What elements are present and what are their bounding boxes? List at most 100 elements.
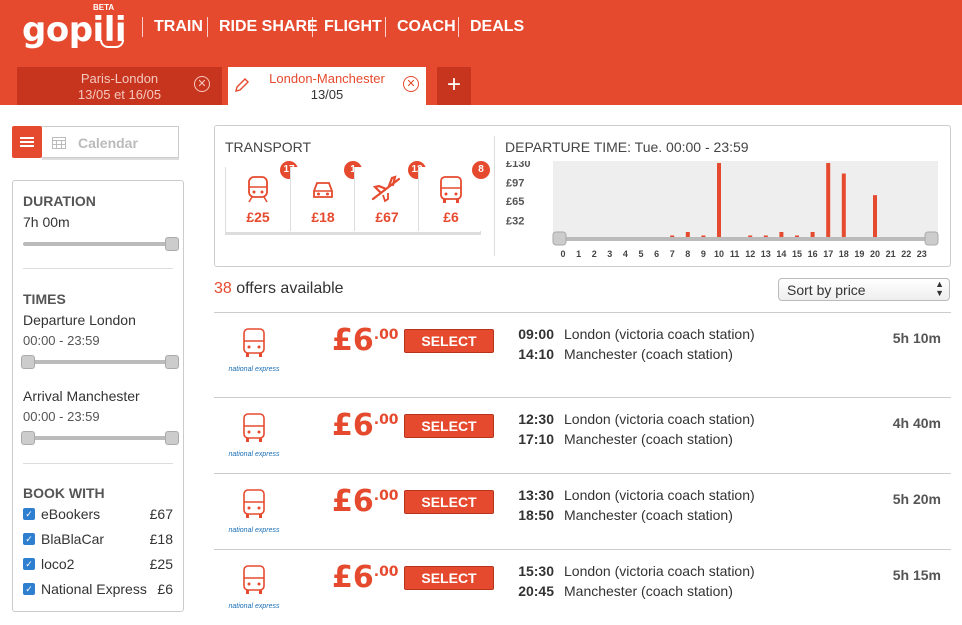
transport-price: £67 bbox=[375, 209, 399, 225]
select-button[interactable]: SELECT bbox=[404, 329, 494, 353]
bus-icon bbox=[440, 176, 462, 203]
departure-time: 15:30 bbox=[518, 563, 554, 579]
bookwith-price: £67 bbox=[149, 506, 173, 522]
slider-handle[interactable] bbox=[165, 355, 179, 369]
time-range-slider[interactable] bbox=[553, 237, 938, 241]
tab-title: London-Manchester bbox=[269, 71, 385, 86]
checkbox-ebookers[interactable]: ✓ bbox=[23, 508, 35, 520]
departure-slider[interactable] bbox=[21, 355, 179, 369]
checkbox-national-express[interactable]: ✓ bbox=[23, 583, 35, 595]
departure-time-chart: £130£97£65£320 1 2 3 4 5 6 7 8 9 10 11 12 13 14 15 16 17 1… bbox=[506, 161, 939, 259]
slider-handle[interactable] bbox=[21, 355, 35, 369]
nav-deals[interactable]: DEALS bbox=[458, 17, 524, 37]
departure-range: 00:00 - 23:59 bbox=[23, 333, 100, 348]
departure-range: Tue. 00:00 - 23:59 bbox=[634, 139, 749, 155]
train-icon bbox=[248, 176, 268, 203]
x-tick-label: 0 bbox=[560, 249, 565, 259]
transport-count: 8 bbox=[472, 161, 490, 179]
departure-station: London (victoria coach station) bbox=[564, 487, 755, 503]
calendar-icon bbox=[52, 137, 66, 149]
transport-title: TRANSPORT bbox=[225, 139, 312, 155]
price-main: £6 bbox=[332, 560, 374, 595]
departure-time: 09:00 bbox=[518, 326, 554, 342]
close-tab-icon[interactable]: ✕ bbox=[194, 76, 210, 92]
y-tick-label: £97 bbox=[506, 177, 524, 189]
arrival-slider[interactable] bbox=[21, 431, 179, 445]
x-tick-label: 15 bbox=[792, 249, 802, 259]
price-pence: .00 bbox=[373, 327, 399, 343]
transport-departure-panel: TRANSPORT 17 £25 1 £18 12 £67 8 £6 DEPAR… bbox=[214, 125, 951, 267]
checkbox-blablacar[interactable]: ✓ bbox=[23, 533, 35, 545]
departure-title: DEPARTURE TIME: Tue. 00:00 - 23:59 bbox=[505, 139, 749, 155]
arrival-station: Manchester (coach station) bbox=[564, 431, 733, 447]
slider-handle[interactable] bbox=[21, 431, 35, 445]
transport-car[interactable]: 1 £18 bbox=[290, 161, 362, 231]
departure-station: London (victoria coach station) bbox=[564, 411, 755, 427]
nav-coach[interactable]: COACH bbox=[385, 17, 456, 37]
chart-plot-area bbox=[553, 161, 938, 239]
times-title: TIMES bbox=[23, 291, 66, 307]
price-pence: .00 bbox=[373, 564, 399, 580]
x-tick-label: 22 bbox=[901, 249, 911, 259]
checkbox-loco2[interactable]: ✓ bbox=[23, 558, 35, 570]
chart-bar bbox=[873, 195, 877, 239]
select-button[interactable]: SELECT bbox=[404, 414, 494, 438]
operator-logo: national express bbox=[226, 564, 282, 610]
chart-bar bbox=[841, 173, 846, 239]
bus-icon bbox=[243, 413, 265, 442]
offers-label: offers available bbox=[236, 280, 344, 297]
tab-title: Paris-London bbox=[80, 71, 159, 86]
select-button[interactable]: SELECT bbox=[404, 566, 494, 590]
nav-ride-share[interactable]: RIDE SHARE bbox=[207, 17, 318, 37]
slider-handle[interactable] bbox=[924, 231, 939, 246]
search-tab-paris-london[interactable]: Paris-London 13/05 et 16/05 ✕ bbox=[17, 67, 222, 105]
slider-handle[interactable] bbox=[165, 237, 179, 251]
x-tick-label: 8 bbox=[685, 249, 690, 259]
arrival-time: 14:10 bbox=[518, 346, 554, 362]
nav-train[interactable]: TRAIN bbox=[142, 17, 203, 37]
duration-slider[interactable] bbox=[23, 237, 179, 251]
nav-flight[interactable]: FLIGHT bbox=[312, 17, 382, 37]
x-tick-label: 14 bbox=[776, 249, 786, 259]
arrival-range: 00:00 - 23:59 bbox=[23, 409, 100, 424]
calendar-button[interactable]: Calendar bbox=[42, 126, 179, 158]
x-tick-label: 6 bbox=[654, 249, 659, 259]
offer-row[interactable]: national express £6.00 SELECT 15:30 London (… bbox=[214, 549, 951, 625]
slider-handle[interactable] bbox=[165, 431, 179, 445]
tab-dates: 13/05 et 16/05 bbox=[77, 87, 162, 102]
sort-selected: Sort by price bbox=[787, 282, 866, 298]
add-tab-button[interactable]: + bbox=[437, 67, 471, 105]
sort-select[interactable]: Sort by price ▲ ▼ bbox=[778, 278, 950, 301]
menu-toggle-button[interactable] bbox=[12, 126, 42, 158]
x-tick-label: 4 bbox=[623, 249, 628, 259]
offer-price: £6.00 bbox=[332, 560, 399, 595]
trip-duration: 4h 40m bbox=[892, 415, 941, 431]
pencil-icon[interactable] bbox=[234, 77, 250, 93]
duration-value: 7h 00m bbox=[23, 214, 70, 230]
transport-train[interactable]: 17 £25 bbox=[226, 161, 298, 231]
bookwith-name: BlaBlaCar bbox=[41, 531, 105, 547]
offer-row[interactable]: national express £6.00 SELECT 12:30 London (… bbox=[214, 397, 951, 473]
bus-icon bbox=[243, 489, 265, 518]
arrival-station: Manchester (coach station) bbox=[564, 583, 733, 599]
search-tab-london-manchester[interactable]: London-Manchester 13/05 ✕ bbox=[228, 67, 426, 105]
transport-flight[interactable]: 12 £67 bbox=[354, 161, 426, 231]
transport-coach[interactable]: 8 £6 bbox=[418, 161, 490, 231]
arrival-label: Arrival Manchester bbox=[23, 388, 140, 404]
x-tick-label: 12 bbox=[745, 249, 755, 259]
offers-count-text: 38 offers available bbox=[214, 280, 344, 298]
arrival-station: Manchester (coach station) bbox=[564, 346, 733, 362]
departure-title-label: DEPARTURE TIME: bbox=[505, 139, 632, 155]
offer-row[interactable]: national express £6.00 SELECT 09:00 London (… bbox=[214, 312, 951, 388]
operator-name: national express bbox=[228, 527, 280, 534]
arrival-time: 20:45 bbox=[518, 583, 554, 599]
duration-title: DURATION bbox=[23, 193, 96, 209]
departure-label: Departure London bbox=[23, 312, 136, 328]
price-main: £6 bbox=[332, 484, 374, 519]
offer-price: £6.00 bbox=[332, 484, 399, 519]
slider-handle[interactable] bbox=[552, 231, 567, 246]
beta-badge: BETA bbox=[93, 3, 115, 12]
offer-row[interactable]: national express £6.00 SELECT 13:30 London (… bbox=[214, 473, 951, 549]
select-button[interactable]: SELECT bbox=[404, 490, 494, 514]
close-tab-icon[interactable]: ✕ bbox=[403, 76, 419, 92]
